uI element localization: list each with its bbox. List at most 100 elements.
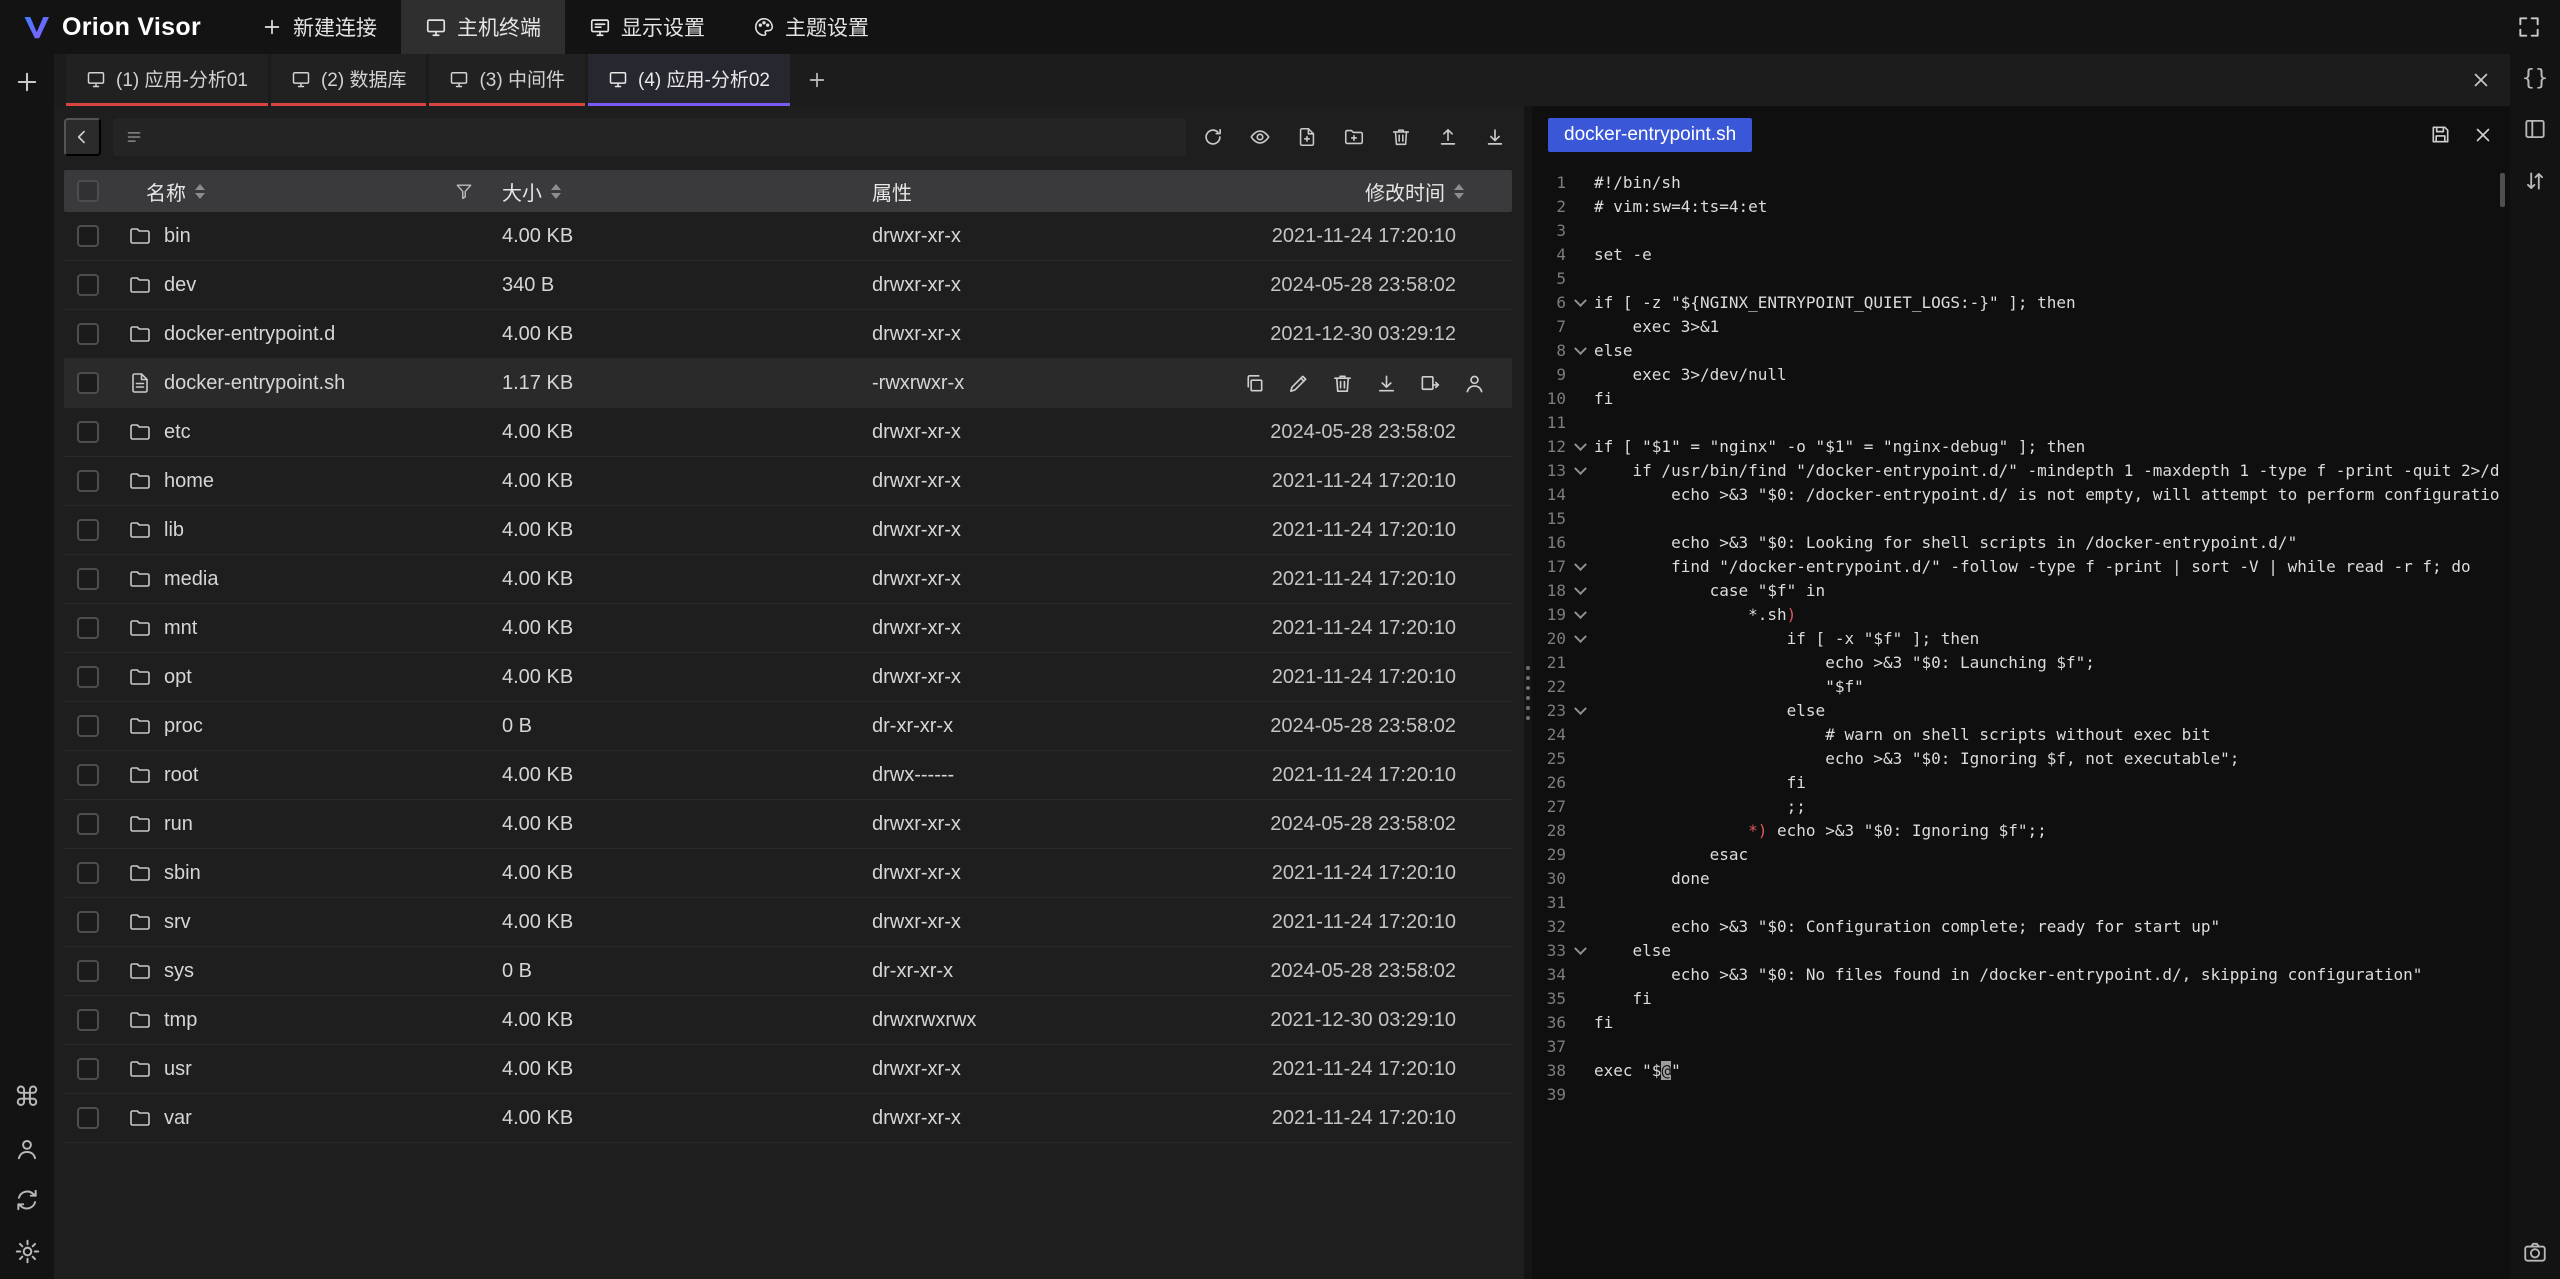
row-name[interactable]: docker-entrypoint.sh	[164, 372, 345, 395]
close-editor-button[interactable]	[2472, 123, 2494, 146]
session-tab-4[interactable]: (4) 应用-分析02	[588, 54, 790, 106]
select-all-checkbox[interactable]	[77, 180, 99, 202]
fold-toggle[interactable]	[1566, 627, 1594, 651]
row-checkbox[interactable]	[77, 617, 99, 639]
row-name[interactable]: lib	[164, 519, 184, 542]
row-checkbox[interactable]	[77, 862, 99, 884]
fold-toggle[interactable]	[1566, 267, 1594, 291]
row-name[interactable]: mnt	[164, 617, 197, 640]
settings-button[interactable]	[14, 1238, 41, 1265]
row-name[interactable]: media	[164, 568, 218, 591]
fold-toggle[interactable]	[1566, 1059, 1594, 1083]
row-name[interactable]: opt	[164, 666, 192, 689]
fold-toggle[interactable]	[1566, 795, 1594, 819]
menu-new-connection[interactable]: 新建连接	[237, 0, 401, 54]
fold-toggle[interactable]	[1566, 723, 1594, 747]
menu-host-terminal[interactable]: 主机终端	[401, 0, 565, 54]
fold-toggle[interactable]	[1566, 963, 1594, 987]
fold-toggle[interactable]	[1566, 891, 1594, 915]
row-name[interactable]: sys	[164, 960, 194, 983]
row-name[interactable]: bin	[164, 225, 191, 248]
file-row[interactable]: mnt 4.00 KB drwxr-xr-x 2021-11-24 17:20:…	[64, 604, 1512, 653]
sort-caret-icon[interactable]	[1454, 184, 1464, 199]
fold-toggle[interactable]	[1566, 747, 1594, 771]
row-checkbox[interactable]	[77, 813, 99, 835]
close-panel-button[interactable]	[2470, 69, 2492, 91]
fold-toggle[interactable]	[1566, 1035, 1594, 1059]
new-tab-button[interactable]	[13, 68, 41, 96]
fold-toggle[interactable]	[1566, 195, 1594, 219]
user-button[interactable]	[14, 1136, 40, 1162]
column-header-name[interactable]: 名称	[112, 177, 502, 206]
delete-button[interactable]	[1331, 372, 1354, 395]
braces-button[interactable]: {}	[2522, 68, 2549, 90]
row-name[interactable]: sbin	[164, 862, 201, 885]
panel-resize-handle[interactable]	[1524, 106, 1532, 1279]
file-row[interactable]: var 4.00 KB drwxr-xr-x 2021-11-24 17:20:…	[64, 1094, 1512, 1143]
delete-button[interactable]	[1386, 122, 1416, 152]
fold-toggle[interactable]	[1566, 315, 1594, 339]
fold-toggle[interactable]	[1566, 171, 1594, 195]
screenshot-button[interactable]	[2522, 1239, 2548, 1265]
fold-toggle[interactable]	[1566, 819, 1594, 843]
fold-toggle[interactable]	[1566, 531, 1594, 555]
row-checkbox[interactable]	[77, 372, 99, 394]
row-name[interactable]: tmp	[164, 1009, 197, 1032]
fold-toggle[interactable]	[1566, 771, 1594, 795]
new-folder-button[interactable]	[1339, 122, 1369, 152]
refresh-button[interactable]	[1198, 122, 1228, 152]
session-tab-2[interactable]: (2) 数据库	[271, 54, 427, 106]
fold-toggle[interactable]	[1566, 699, 1594, 723]
fold-toggle[interactable]	[1566, 843, 1594, 867]
column-header-size[interactable]: 大小	[502, 177, 872, 206]
fold-toggle[interactable]	[1566, 579, 1594, 603]
row-name[interactable]: dev	[164, 274, 196, 297]
copy-button[interactable]	[1243, 372, 1266, 395]
row-checkbox[interactable]	[77, 1107, 99, 1129]
row-name[interactable]: root	[164, 764, 198, 787]
fold-toggle[interactable]	[1566, 915, 1594, 939]
row-checkbox[interactable]	[77, 274, 99, 296]
preview-button[interactable]	[1245, 122, 1275, 152]
fold-toggle[interactable]	[1566, 363, 1594, 387]
file-row[interactable]: lib 4.00 KB drwxr-xr-x 2021-11-24 17:20:…	[64, 506, 1512, 555]
file-row[interactable]: docker-entrypoint.d 4.00 KB drwxr-xr-x 2…	[64, 310, 1512, 359]
session-tab-1[interactable]: (1) 应用-分析01	[66, 54, 268, 106]
row-checkbox[interactable]	[77, 421, 99, 443]
file-row[interactable]: srv 4.00 KB drwxr-xr-x 2021-11-24 17:20:…	[64, 898, 1512, 947]
edit-button[interactable]	[1287, 372, 1310, 395]
row-name[interactable]: run	[164, 813, 193, 836]
fold-toggle[interactable]	[1566, 459, 1594, 483]
session-tab-3[interactable]: (3) 中间件	[429, 54, 585, 106]
fold-toggle[interactable]	[1566, 1011, 1594, 1035]
row-checkbox[interactable]	[77, 666, 99, 688]
fold-toggle[interactable]	[1566, 651, 1594, 675]
sync-button[interactable]	[14, 1187, 40, 1213]
upload-button[interactable]	[1433, 122, 1463, 152]
row-checkbox[interactable]	[77, 323, 99, 345]
file-row[interactable]: media 4.00 KB drwxr-xr-x 2021-11-24 17:2…	[64, 555, 1512, 604]
row-name[interactable]: var	[164, 1107, 192, 1130]
fold-toggle[interactable]	[1566, 675, 1594, 699]
file-row[interactable]: opt 4.00 KB drwxr-xr-x 2021-11-24 17:20:…	[64, 653, 1512, 702]
fold-toggle[interactable]	[1566, 603, 1594, 627]
menu-theme-settings[interactable]: 主题设置	[729, 0, 893, 54]
fullscreen-button[interactable]	[2516, 14, 2542, 40]
fold-toggle[interactable]	[1566, 243, 1594, 267]
fold-toggle[interactable]	[1566, 555, 1594, 579]
file-row[interactable]: dev 340 B drwxr-xr-x 2024-05-28 23:58:02	[64, 261, 1512, 310]
file-row[interactable]: home 4.00 KB drwxr-xr-x 2021-11-24 17:20…	[64, 457, 1512, 506]
row-checkbox[interactable]	[77, 715, 99, 737]
file-row[interactable]: docker-entrypoint.sh 1.17 KB -rwxrwxr-x	[64, 359, 1512, 408]
file-row[interactable]: root 4.00 KB drwx------ 2021-11-24 17:20…	[64, 751, 1512, 800]
panel-layout-button[interactable]	[2522, 116, 2548, 142]
row-name[interactable]: usr	[164, 1058, 192, 1081]
fold-toggle[interactable]	[1566, 1083, 1594, 1107]
row-name[interactable]: srv	[164, 911, 191, 934]
sort-caret-icon[interactable]	[551, 184, 561, 199]
column-header-mtime[interactable]: 修改时间	[1212, 177, 1512, 206]
fold-toggle[interactable]	[1566, 339, 1594, 363]
row-name[interactable]: etc	[164, 421, 191, 444]
file-row[interactable]: run 4.00 KB drwxr-xr-x 2024-05-28 23:58:…	[64, 800, 1512, 849]
file-row[interactable]: sys 0 B dr-xr-xr-x 2024-05-28 23:58:02	[64, 947, 1512, 996]
